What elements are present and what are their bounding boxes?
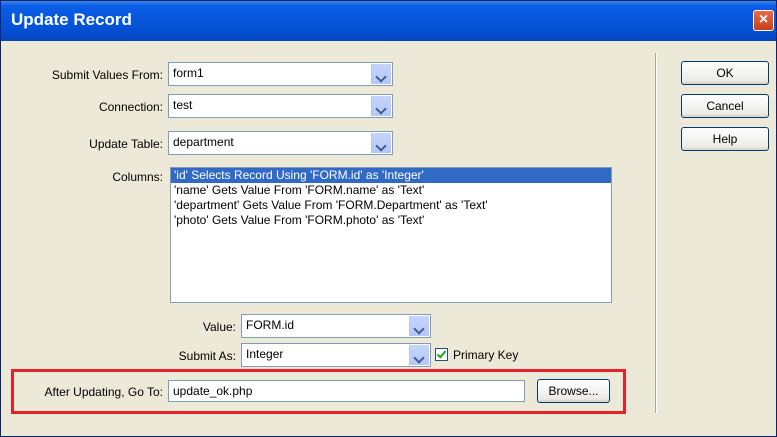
submit-values-from-label: Submit Values From: — [51, 68, 163, 82]
submit-as-value: Integer — [246, 347, 284, 361]
value-label: Value: — [202, 320, 236, 334]
submit-as-select[interactable]: Integer — [241, 343, 431, 367]
chevron-down-icon[interactable] — [409, 316, 429, 336]
connection-select[interactable]: test — [168, 94, 393, 118]
columns-label: Columns: — [112, 170, 163, 184]
update-table-select[interactable]: department — [168, 131, 393, 155]
value-value: FORM.id — [246, 318, 294, 332]
submit-as-label: Submit As: — [178, 349, 236, 363]
update-table-value: department — [173, 135, 234, 149]
list-item[interactable]: 'id' Selects Record Using 'FORM.id' as '… — [171, 168, 611, 183]
chevron-down-icon[interactable] — [371, 96, 391, 116]
update-table-label: Update Table: — [89, 137, 163, 151]
after-updating-label: After Updating, Go To: — [44, 385, 163, 399]
connection-value: test — [173, 98, 193, 112]
list-item[interactable]: 'photo' Gets Value From 'FORM.photo' as … — [171, 213, 611, 228]
list-item[interactable]: 'department' Gets Value From 'FORM.Depar… — [171, 198, 611, 213]
browse-button[interactable]: Browse... — [537, 379, 610, 403]
title-bar[interactable]: Update Record × — [1, 1, 776, 41]
chevron-down-icon[interactable] — [409, 345, 429, 365]
submit-values-from-value: form1 — [173, 66, 204, 80]
primary-key-label: Primary Key — [453, 348, 519, 362]
columns-list[interactable]: 'id' Selects Record Using 'FORM.id' as '… — [170, 167, 612, 303]
close-icon[interactable]: × — [753, 10, 774, 31]
connection-label: Connection: — [98, 100, 163, 114]
submit-values-from-select[interactable]: form1 — [168, 62, 393, 86]
chevron-down-icon[interactable] — [371, 64, 391, 84]
after-updating-value: update_ok.php — [173, 384, 253, 398]
help-button[interactable]: Help — [681, 127, 769, 151]
after-updating-input[interactable]: update_ok.php — [168, 380, 525, 402]
cancel-button[interactable]: Cancel — [681, 94, 769, 118]
chevron-down-icon[interactable] — [371, 133, 391, 153]
value-select[interactable]: FORM.id — [241, 314, 431, 338]
dialog-title: Update Record — [11, 10, 132, 29]
primary-key-checkbox[interactable] — [435, 348, 448, 361]
list-item[interactable]: 'name' Gets Value From 'FORM.name' as 'T… — [171, 183, 611, 198]
ok-button[interactable]: OK — [681, 61, 769, 85]
update-record-dialog: Update Record × Submit Values From: form… — [0, 0, 777, 437]
separator — [655, 53, 656, 413]
